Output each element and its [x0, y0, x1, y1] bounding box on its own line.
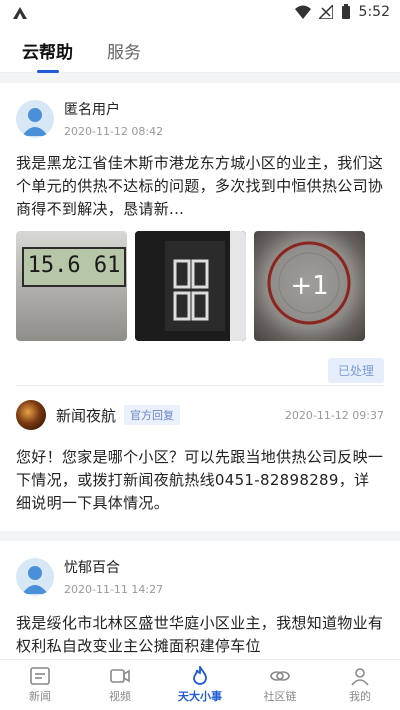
bottom-nav: 新闻 视频 天大小事 社区链 我的 [0, 659, 400, 710]
post-time: 2020-11-11 14:27 [64, 583, 164, 596]
news-icon [30, 667, 50, 685]
post-card[interactable]: 匿名用户 2020-11-12 08:42 我是黑龙江省佳木斯市港龙东方城小区的… [0, 83, 400, 341]
video-icon [110, 669, 130, 683]
nav-big-little-things[interactable]: 天大小事 [160, 660, 240, 710]
avatar[interactable] [16, 557, 54, 596]
nav-label: 天大小事 [178, 690, 222, 703]
battery-icon [341, 4, 350, 19]
nav-video[interactable]: 视频 [80, 660, 160, 710]
tab-cloud-help[interactable]: 云帮助 [22, 38, 73, 63]
post-image-meter[interactable] [135, 231, 246, 341]
post-image-gauge[interactable]: +1 [254, 231, 365, 341]
default-avatar-icon [22, 107, 48, 136]
nav-label: 新闻 [29, 690, 51, 703]
post-content[interactable]: 我是黑龙江省佳木斯市港龙东方城小区的业主，我们这个单元的供热不达标的问题，多次找… [16, 152, 384, 221]
link-icon [270, 671, 290, 681]
clock: 5:52 [358, 4, 390, 20]
signal-icon [318, 5, 333, 19]
post-image-thermometer[interactable]: 15.6 61 [16, 231, 127, 341]
reply-author-name[interactable]: 新闻夜航 [56, 405, 116, 426]
author-name[interactable]: 匿名用户 [64, 99, 163, 119]
nav-label: 我的 [349, 690, 371, 703]
reply-avatar[interactable] [16, 400, 46, 430]
author-name[interactable]: 忧郁百合 [64, 557, 163, 577]
more-images-overlay[interactable]: +1 [254, 231, 365, 341]
profile-icon [351, 668, 369, 686]
post-time: 2020-11-12 08:42 [64, 125, 164, 138]
nav-news[interactable]: 新闻 [0, 660, 80, 710]
post-author: 忧郁百合 2020-11-11 14:27 [16, 557, 384, 596]
nav-profile[interactable]: 我的 [320, 660, 400, 710]
post-card[interactable]: 忧郁百合 2020-11-11 14:27 我是绥化市北林区盛世华庭小区业主，我… [0, 541, 400, 658]
nav-label: 视频 [109, 690, 131, 703]
default-avatar-icon [22, 565, 48, 594]
thermometer-display: 15.6 61 [22, 247, 126, 287]
official-reply-badge: 官方回复 [124, 405, 181, 425]
app-logo-icon [13, 7, 27, 19]
avatar[interactable] [16, 99, 54, 138]
section-gap [0, 73, 400, 83]
wifi-icon [294, 5, 311, 19]
flame-icon [193, 666, 207, 685]
status-badge: 已处理 [327, 358, 384, 383]
status-bar: 5:52 [0, 0, 400, 28]
official-reply[interactable]: 新闻夜航 官方回复 2020-11-12 09:37 您好！您家是哪个小区？可以… [0, 386, 400, 515]
post-images: 15.6 61 +1 [16, 231, 384, 341]
nav-community-link[interactable]: 社区链 [240, 660, 320, 710]
meter-photo [135, 231, 246, 341]
reply-time: 2020-11-12 09:37 [284, 408, 384, 422]
post-content[interactable]: 我是绥化市北林区盛世华庭小区业主，我想知道物业有权利私自改变业主公摊面积建停车位 [16, 612, 384, 658]
section-gap [0, 531, 400, 541]
nav-label: 社区链 [263, 690, 297, 703]
top-tabs: 云帮助 服务 [0, 28, 400, 73]
tab-service[interactable]: 服务 [107, 38, 141, 63]
post-author: 匿名用户 2020-11-12 08:42 [16, 99, 384, 138]
reply-content[interactable]: 您好！您家是哪个小区？可以先跟当地供热公司反映一下情况，或拨打新闻夜航热线045… [16, 446, 384, 515]
